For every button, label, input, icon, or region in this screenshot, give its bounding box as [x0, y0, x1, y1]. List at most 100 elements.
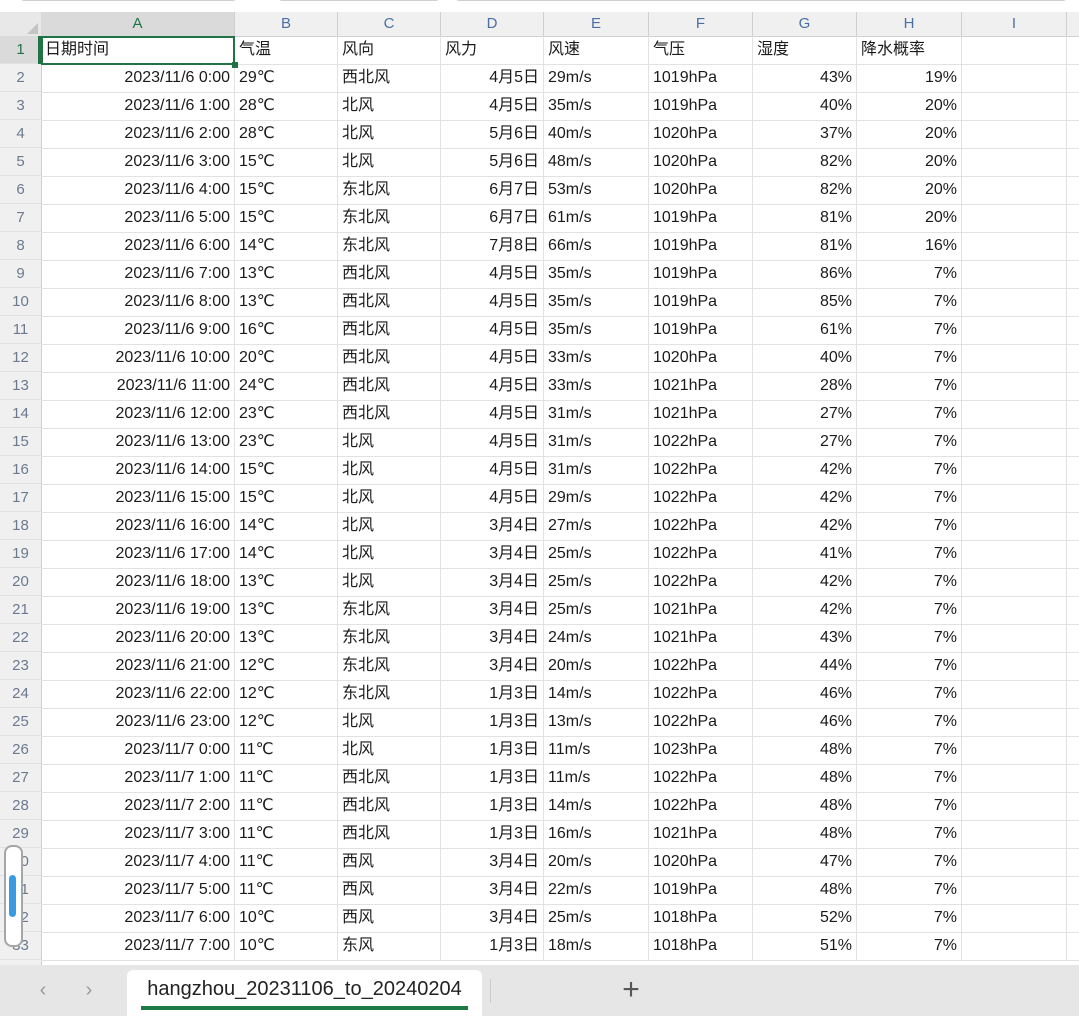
data-cell[interactable]: 2023/11/6 16:00 — [41, 512, 235, 540]
data-cell[interactable]: 47% — [753, 848, 857, 876]
data-cell[interactable]: 北风 — [338, 736, 441, 764]
data-cell[interactable]: 2023/11/6 20:00 — [41, 624, 235, 652]
data-cell[interactable]: 7% — [857, 484, 962, 512]
empty-cell[interactable] — [962, 876, 1067, 904]
header-cell[interactable]: 湿度 — [753, 36, 857, 64]
empty-cell[interactable] — [962, 848, 1067, 876]
data-cell[interactable]: 7% — [857, 260, 962, 288]
data-cell[interactable]: 2023/11/6 3:00 — [41, 148, 235, 176]
data-cell[interactable]: 1020hPa — [649, 120, 753, 148]
data-cell[interactable]: 14℃ — [235, 512, 338, 540]
data-cell[interactable]: 11℃ — [235, 876, 338, 904]
data-cell[interactable]: 2023/11/7 2:00 — [41, 792, 235, 820]
data-cell[interactable]: 3月4日 — [441, 540, 544, 568]
data-cell[interactable]: 1019hPa — [649, 316, 753, 344]
row-header-29[interactable]: 29 — [0, 820, 41, 848]
row-header-6[interactable]: 6 — [0, 176, 41, 204]
data-cell[interactable]: 东北风 — [338, 204, 441, 232]
data-cell[interactable]: 1020hPa — [649, 176, 753, 204]
table-row[interactable]: 2023/11/6 10:00 20℃ 西北风 4月5日 33m/s 1020hPa 40%… — [41, 344, 1079, 373]
empty-cell[interactable] — [962, 92, 1067, 120]
data-cell[interactable]: 西北风 — [338, 400, 441, 428]
data-cell[interactable]: 27% — [753, 428, 857, 456]
data-cell[interactable]: 7% — [857, 568, 962, 596]
data-cell[interactable]: 3月4日 — [441, 848, 544, 876]
data-cell[interactable]: 1022hPa — [649, 428, 753, 456]
data-cell[interactable]: 20m/s — [544, 848, 649, 876]
data-cell[interactable]: 42% — [753, 512, 857, 540]
empty-cell[interactable] — [962, 764, 1067, 792]
table-row[interactable]: 2023/11/6 0:00 29℃ 西北风 4月5日 29m/s 1019hPa 43% 1… — [41, 64, 1079, 93]
data-cell[interactable]: 7% — [857, 792, 962, 820]
table-row[interactable]: 2023/11/6 21:00 12℃ 东北风 3月4日 20m/s 1022hPa 44%… — [41, 652, 1079, 681]
row-header-1[interactable]: 1 — [0, 36, 41, 64]
column-header-a[interactable]: A — [41, 12, 235, 36]
row-header-16[interactable]: 16 — [0, 456, 41, 484]
data-cell[interactable]: 2023/11/6 18:00 — [41, 568, 235, 596]
data-cell[interactable]: 44% — [753, 652, 857, 680]
data-cell[interactable]: 51% — [753, 932, 857, 960]
data-cell[interactable]: 12℃ — [235, 708, 338, 736]
data-cell[interactable]: 7% — [857, 316, 962, 344]
data-cell[interactable]: 53m/s — [544, 176, 649, 204]
data-cell[interactable]: 东北风 — [338, 680, 441, 708]
data-cell[interactable]: 7% — [857, 876, 962, 904]
data-cell[interactable]: 48% — [753, 764, 857, 792]
data-cell[interactable]: 23℃ — [235, 428, 338, 456]
table-row[interactable]: 2023/11/7 5:00 11℃ 西风 3月4日 22m/s 1019hPa 48% 7% — [41, 876, 1079, 905]
data-cell[interactable]: 7% — [857, 428, 962, 456]
data-cell[interactable]: 1022hPa — [649, 512, 753, 540]
data-cell[interactable]: 28% — [753, 372, 857, 400]
data-cell[interactable]: 1019hPa — [649, 876, 753, 904]
data-cell[interactable]: 1月3日 — [441, 820, 544, 848]
data-cell[interactable]: 14m/s — [544, 792, 649, 820]
data-cell[interactable]: 7% — [857, 372, 962, 400]
data-cell[interactable]: 1月3日 — [441, 932, 544, 960]
table-row[interactable]: 2023/11/6 20:00 13℃ 东北风 3月4日 24m/s 1021hPa 43%… — [41, 624, 1079, 653]
table-row[interactable]: 2023/11/6 6:00 14℃ 东北风 7月8日 66m/s 1019hPa 81% 1… — [41, 232, 1079, 261]
data-cell[interactable]: 1022hPa — [649, 484, 753, 512]
data-cell[interactable]: 西北风 — [338, 64, 441, 92]
data-cell[interactable]: 20% — [857, 148, 962, 176]
row-header-23[interactable]: 23 — [0, 652, 41, 680]
data-cell[interactable]: 2023/11/7 0:00 — [41, 736, 235, 764]
data-cell[interactable]: 18m/s — [544, 932, 649, 960]
data-cell[interactable]: 北风 — [338, 512, 441, 540]
data-cell[interactable]: 7% — [857, 708, 962, 736]
empty-cell[interactable] — [962, 932, 1067, 960]
cells-area[interactable]: 日期时间 气温 风向 风力 风速 气压 湿度 降水概率 2023/11/6 0:00 29℃ 西北风… — [41, 36, 1079, 965]
data-cell[interactable]: 2023/11/7 7:00 — [41, 932, 235, 960]
table-row[interactable]: 2023/11/6 22:00 12℃ 东北风 1月3日 14m/s 1022hPa 46%… — [41, 680, 1079, 709]
data-cell[interactable]: 13℃ — [235, 568, 338, 596]
table-row[interactable]: 2023/11/6 14:00 15℃ 北风 4月5日 31m/s 1022hPa 42% 7… — [41, 456, 1079, 485]
data-cell[interactable]: 12℃ — [235, 680, 338, 708]
data-cell[interactable]: 7% — [857, 624, 962, 652]
data-cell[interactable]: 西北风 — [338, 316, 441, 344]
data-cell[interactable]: 6月7日 — [441, 176, 544, 204]
empty-cell[interactable] — [962, 176, 1067, 204]
data-cell[interactable]: 19% — [857, 64, 962, 92]
row-header-17[interactable]: 17 — [0, 484, 41, 512]
data-cell[interactable]: 20% — [857, 92, 962, 120]
data-cell[interactable]: 29m/s — [544, 64, 649, 92]
data-cell[interactable]: 3月4日 — [441, 904, 544, 932]
data-cell[interactable]: 西北风 — [338, 820, 441, 848]
table-row[interactable]: 2023/11/7 7:00 10℃ 东风 1月3日 18m/s 1018hPa 51% 7% — [41, 932, 1079, 961]
table-row[interactable]: 日期时间 气温 风向 风力 风速 气压 湿度 降水概率 — [41, 36, 1079, 65]
data-cell[interactable]: 2023/11/6 0:00 — [41, 64, 235, 92]
data-cell[interactable]: 1021hPa — [649, 372, 753, 400]
table-row[interactable]: 2023/11/6 11:00 24℃ 西北风 4月5日 33m/s 1021hPa 28%… — [41, 372, 1079, 401]
table-row[interactable]: 2023/11/6 8:00 13℃ 西北风 4月5日 35m/s 1019hPa 85% 7… — [41, 288, 1079, 317]
row-header-19[interactable]: 19 — [0, 540, 41, 568]
data-cell[interactable]: 7% — [857, 512, 962, 540]
data-cell[interactable]: 15℃ — [235, 204, 338, 232]
row-header-22[interactable]: 22 — [0, 624, 41, 652]
data-cell[interactable]: 7% — [857, 596, 962, 624]
fill-handle[interactable] — [232, 62, 238, 68]
data-cell[interactable]: 西风 — [338, 876, 441, 904]
data-cell[interactable]: 2023/11/6 12:00 — [41, 400, 235, 428]
data-cell[interactable]: 东北风 — [338, 652, 441, 680]
data-cell[interactable]: 20% — [857, 204, 962, 232]
row-header-5[interactable]: 5 — [0, 148, 41, 176]
data-cell[interactable]: 11m/s — [544, 736, 649, 764]
